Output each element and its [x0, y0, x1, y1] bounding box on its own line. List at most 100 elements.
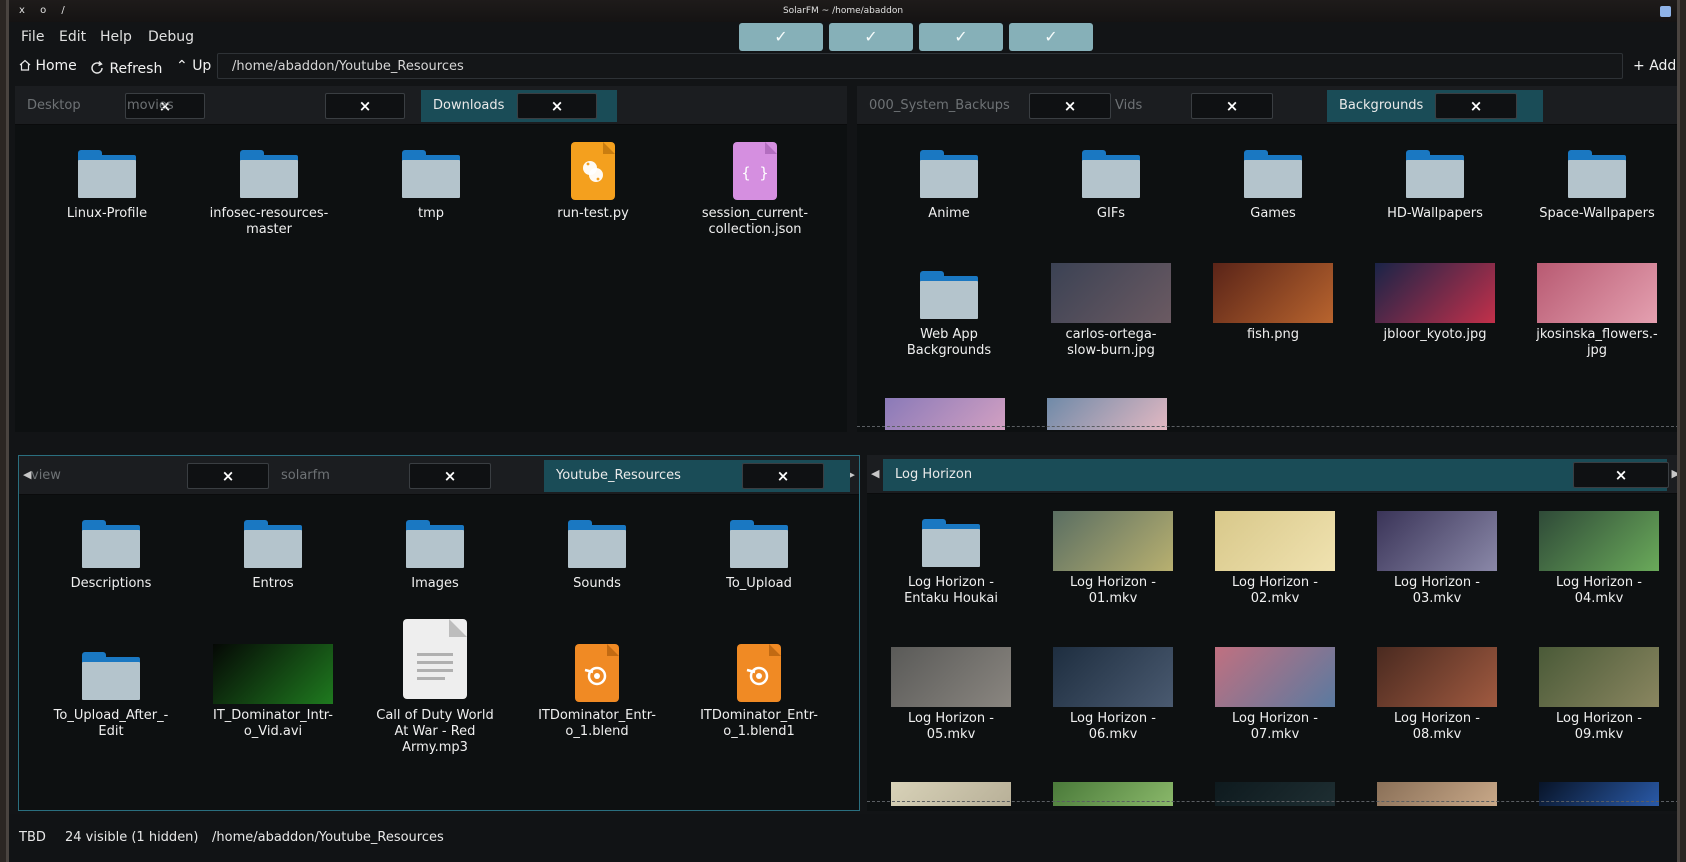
window-controls[interactable]: x o /	[19, 0, 71, 22]
close-tab-button[interactable]: ×	[1029, 93, 1111, 119]
file-name: 08.mkv	[1412, 727, 1462, 742]
file-name: 05.mkv	[926, 727, 976, 742]
file-name: Log Horizon -	[1232, 711, 1318, 726]
file-name: Army.mp3	[402, 740, 468, 755]
toolbar: Home Refresh ⌃ Up + Add	[9, 52, 1677, 82]
folder-icon	[730, 520, 788, 568]
tab-movies[interactable]: movies ×	[115, 90, 419, 122]
tab-downloads[interactable]: Downloads ×	[421, 90, 617, 122]
status-mode: TBD	[19, 830, 46, 845]
image-thumbnail-icon	[1213, 263, 1333, 323]
file-name: Backgrounds	[906, 343, 992, 358]
pane-top-right: 000_System_Backups × Vids × Backgrounds × Anim…	[857, 86, 1677, 432]
image-thumbnail-icon	[1539, 782, 1659, 806]
add-button[interactable]: + Add	[1633, 58, 1676, 74]
close-icon: ×	[221, 467, 235, 485]
pane-toggle-2[interactable]: ✓	[829, 23, 913, 51]
tab-view[interactable]: view ×	[19, 460, 269, 492]
menu-edit[interactable]: Edit	[59, 29, 86, 45]
image-thumbnail-icon	[1051, 263, 1171, 323]
file-name: o_Vid.avi	[243, 724, 303, 739]
folder-icon	[922, 519, 980, 567]
close-tab-button[interactable]: ×	[517, 93, 597, 119]
close-icon: ×	[1469, 97, 1483, 115]
close-tab-button[interactable]: ×	[1573, 462, 1669, 488]
scroll-right-icon[interactable]: ▶	[1672, 467, 1677, 480]
close-tab-button[interactable]: ×	[325, 93, 405, 119]
file-name: o_1.blend	[565, 724, 629, 739]
title-bar: x o / SolarFM ~ /home/abaddon	[9, 0, 1677, 22]
scroll-left-icon[interactable]: ◀	[871, 467, 879, 480]
file-name: To_Upload	[726, 576, 792, 591]
up-label: Up	[192, 58, 212, 74]
close-icon: ×	[358, 97, 372, 115]
menu-file[interactable]: File	[21, 29, 44, 45]
file-name: ITDominator_Entr-	[538, 708, 656, 723]
up-button[interactable]: ⌃ Up	[176, 58, 211, 74]
video-thumbnail-icon	[1539, 647, 1659, 707]
tab-label: view	[31, 468, 61, 483]
tab-desktop[interactable]: Desktop ×	[15, 90, 205, 122]
file-name: Log Horizon -	[1394, 575, 1480, 590]
chevron-up-icon: ⌃	[176, 58, 188, 74]
menu-help[interactable]: Help	[100, 29, 132, 45]
pane-toggle-4[interactable]: ✓	[1009, 23, 1093, 51]
tab-000-system-backups[interactable]: 000_System_Backups ×	[857, 90, 1111, 122]
folder-icon	[402, 150, 460, 198]
image-thumbnail-icon	[1537, 263, 1657, 323]
folder-icon	[920, 271, 978, 319]
file-name: tmp	[417, 206, 444, 221]
file-name: IT_Dominator_Intr-	[213, 708, 333, 723]
pane-bottom-right: ◀ ▶ Log Horizon × Log Horizon - Entaku Houkai…	[867, 455, 1677, 811]
close-tab-button[interactable]: ×	[1191, 93, 1273, 119]
folder-icon	[568, 520, 626, 568]
tab-bar: 000_System_Backups × Vids × Backgrounds ×	[857, 86, 1677, 125]
path-input[interactable]	[217, 53, 1623, 79]
file-name: To_Upload_After_-	[53, 708, 169, 723]
refresh-label: Refresh	[109, 61, 163, 77]
close-icon: ×	[1225, 97, 1239, 115]
pane-toggle-1[interactable]: ✓	[739, 23, 823, 51]
close-tab-button[interactable]: ×	[742, 463, 824, 489]
tab-vids[interactable]: Vids ×	[1103, 90, 1327, 122]
file-name: Games	[1250, 206, 1296, 221]
folder-icon	[1568, 150, 1626, 198]
file-name: 06.mkv	[1088, 727, 1138, 742]
close-icon: ×	[550, 97, 564, 115]
tab-label: movies	[127, 98, 174, 113]
file-name: Entaku Houkai	[904, 591, 998, 606]
close-tab-button[interactable]: ×	[1435, 93, 1517, 119]
file-name: Descriptions	[70, 576, 152, 591]
file-name: master	[246, 222, 292, 237]
file-name: run-test.py	[557, 206, 629, 221]
video-thumbnail-icon	[1539, 511, 1659, 571]
folder-icon	[78, 150, 136, 198]
pane-toggle-3[interactable]: ✓	[919, 23, 1003, 51]
close-tab-button[interactable]: ×	[187, 463, 269, 489]
video-thumbnail-icon	[1215, 647, 1335, 707]
video-thumbnail-icon	[1215, 511, 1335, 571]
home-button[interactable]: Home	[19, 58, 77, 74]
refresh-button[interactable]: Refresh	[89, 60, 162, 77]
tab-label: Desktop	[27, 98, 81, 113]
image-thumbnail-icon	[1375, 263, 1495, 323]
file-name: 09.mkv	[1574, 727, 1624, 742]
window-menu-icon[interactable]	[1660, 6, 1671, 17]
video-thumbnail-icon	[1053, 647, 1173, 707]
file-name: Entros	[252, 576, 294, 591]
menu-debug[interactable]: Debug	[148, 29, 194, 45]
status-bar: TBD 24 visible (1 hidden) /home/abaddon/…	[9, 814, 1677, 862]
video-thumbnail-icon	[213, 644, 333, 704]
status-path: /home/abaddon/Youtube_Resources	[212, 830, 444, 845]
folder-icon	[244, 520, 302, 568]
tab-log-horizon[interactable]: Log Horizon ×	[883, 459, 1669, 491]
file-name: 07.mkv	[1250, 727, 1300, 742]
file-name: Log Horizon -	[1556, 575, 1642, 590]
tab-solarfm[interactable]: solarfm ×	[269, 460, 544, 492]
file-name: Log Horizon -	[908, 575, 994, 590]
close-tab-button[interactable]: ×	[409, 463, 491, 489]
python-file-icon	[571, 142, 615, 200]
tab-bar: ◀ ▶ view × solarfm × Youtube_Resources ×	[19, 456, 859, 495]
tab-backgrounds[interactable]: Backgrounds ×	[1327, 90, 1543, 122]
tab-youtube-resources[interactable]: Youtube_Resources ×	[544, 460, 850, 492]
